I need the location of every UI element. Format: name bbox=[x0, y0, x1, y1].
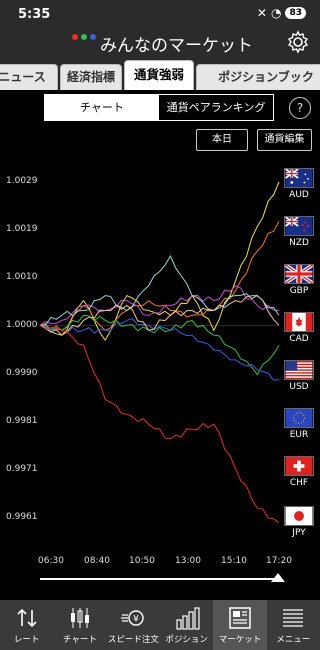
speed-order-icon: ¥ bbox=[121, 610, 145, 626]
nav-label: マーケット bbox=[218, 635, 262, 645]
cad-flag-icon[interactable] bbox=[284, 312, 314, 332]
series-line-chf bbox=[39, 295, 280, 336]
flag-label-jpy: JPY bbox=[292, 528, 306, 538]
y-tick-label: 0.9961 bbox=[6, 512, 38, 522]
nav-position[interactable]: ポジション bbox=[160, 600, 213, 650]
time-slider-track[interactable] bbox=[40, 578, 280, 580]
help-button[interactable]: ? bbox=[289, 97, 311, 119]
arrows-icon bbox=[17, 608, 37, 628]
flag-label-usd: USD bbox=[289, 382, 309, 392]
flag-label-eur: EUR bbox=[289, 430, 309, 440]
y-tick-label: 0.9981 bbox=[6, 416, 38, 426]
tab-position-book[interactable]: ポジションブック bbox=[196, 64, 320, 90]
wifi-icon: ◔ bbox=[270, 6, 282, 20]
status-icons: ✕ ◔ 83 bbox=[257, 6, 306, 20]
series-line-gbp bbox=[39, 285, 280, 326]
x-tick-label: 10:50 bbox=[129, 556, 155, 566]
svg-text:¥: ¥ bbox=[133, 615, 139, 625]
nav-label: ポジション bbox=[165, 635, 208, 645]
aud-flag-icon[interactable] bbox=[284, 168, 314, 188]
nav-label: メニュー bbox=[276, 635, 311, 645]
usd-flag-icon[interactable] bbox=[284, 360, 314, 380]
jpy-flag-icon[interactable] bbox=[284, 506, 314, 526]
series-line-aud bbox=[39, 181, 280, 342]
series-line-eur bbox=[40, 255, 280, 326]
tab-news[interactable]: ニュース bbox=[0, 64, 58, 90]
app-header: みんなのマーケット bbox=[0, 28, 320, 58]
y-tick-label: 1.0010 bbox=[6, 272, 38, 282]
x-tick-label: 06:30 bbox=[38, 556, 64, 566]
eur-flag-icon[interactable] bbox=[284, 408, 314, 428]
nav-label: レート bbox=[13, 635, 40, 645]
tab-currency-strength[interactable]: 通貨強弱 bbox=[124, 60, 194, 90]
y-tick-label: 0.9971 bbox=[6, 464, 38, 474]
bottom-nav: レート チャート ¥ スピード注文 ポジション マーケット メニュー bbox=[0, 600, 320, 650]
today-button[interactable]: 本日 bbox=[196, 129, 248, 151]
y-tick-label: 1.0019 bbox=[6, 224, 38, 234]
nav-speed-order[interactable]: ¥ スピード注文 bbox=[107, 600, 160, 650]
x-tick-label: 17:20 bbox=[266, 556, 292, 566]
nav-menu[interactable]: メニュー bbox=[267, 600, 320, 650]
flag-label-gbp: GBP bbox=[289, 286, 309, 296]
chf-flag-icon[interactable] bbox=[284, 456, 314, 476]
y-tick-label: 1.0000 bbox=[6, 320, 38, 330]
nav-label: チャート bbox=[63, 635, 97, 645]
y-tick-label: 1.0029 bbox=[6, 176, 38, 186]
series-line-usd bbox=[39, 318, 280, 381]
segment-chart[interactable]: チャート bbox=[45, 95, 159, 120]
segment-ranking[interactable]: 通貨ペアランキング bbox=[159, 95, 273, 120]
edit-currency-button[interactable]: 通貨編集 bbox=[257, 129, 312, 151]
status-bar: 5:35 ✕ ◔ 83 bbox=[0, 0, 320, 28]
newspaper-icon bbox=[229, 607, 251, 629]
view-segment: チャート 通貨ペアランキング bbox=[44, 94, 274, 121]
x-tick-label: 08:40 bbox=[84, 556, 110, 566]
tab-economic-indicators[interactable]: 経済指標 bbox=[60, 64, 122, 90]
mute-icon: ✕ bbox=[256, 6, 267, 20]
nzd-flag-icon[interactable] bbox=[284, 216, 314, 236]
flag-label-chf: CHF bbox=[289, 478, 309, 488]
gbp-flag-icon[interactable] bbox=[284, 264, 314, 284]
battery-indicator: 83 bbox=[285, 7, 306, 19]
nav-rate[interactable]: レート bbox=[0, 600, 53, 650]
x-tick-label: 15:10 bbox=[221, 556, 247, 566]
tab-bar: ニュース 経済指標 通貨強弱 ポジションブック bbox=[0, 58, 320, 90]
series-line-cad bbox=[39, 314, 280, 376]
nav-label: スピード注文 bbox=[107, 635, 159, 645]
flag-label-aud: AUD bbox=[289, 190, 309, 200]
flag-label-nzd: NZD bbox=[289, 238, 309, 248]
candle-icon bbox=[70, 608, 89, 628]
y-tick-label: 0.9990 bbox=[6, 368, 38, 378]
nav-chart[interactable]: チャート bbox=[53, 600, 106, 650]
gear-icon[interactable] bbox=[286, 30, 310, 54]
time-slider-thumb[interactable] bbox=[271, 573, 285, 582]
status-time: 5:35 bbox=[18, 7, 51, 22]
series-line-nzd bbox=[39, 221, 280, 331]
x-tick-label: 13:00 bbox=[175, 556, 201, 566]
app-title: みんなのマーケット bbox=[100, 36, 253, 56]
series-line-jpy bbox=[39, 324, 280, 524]
app-logo bbox=[72, 34, 96, 40]
flag-label-cad: CAD bbox=[289, 334, 309, 344]
position-bars-icon bbox=[176, 607, 200, 630]
nav-market[interactable]: マーケット bbox=[213, 600, 267, 650]
menu-icon bbox=[283, 609, 304, 627]
